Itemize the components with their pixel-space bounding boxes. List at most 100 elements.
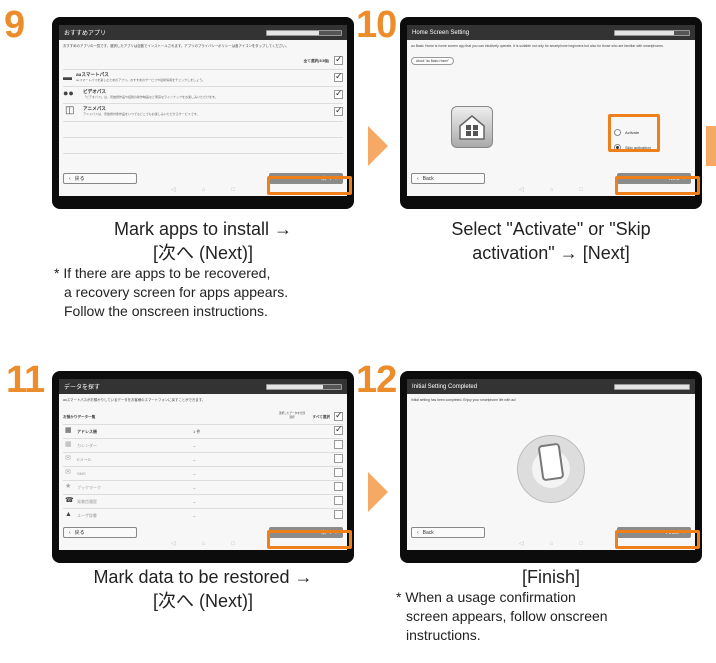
animepass-icon: ◫ <box>65 105 75 116</box>
data-row-name: Eメール <box>77 457 92 462</box>
back-nav-icon[interactable]: ◁ <box>171 541 176 547</box>
data-row-name: アドレス帳 <box>77 429 97 434</box>
data-row-count: -- <box>193 485 196 490</box>
app-checkbox[interactable] <box>334 105 343 116</box>
screen-title: Home Screen Setting <box>412 29 470 36</box>
back-nav-icon[interactable]: ◁ <box>171 187 176 193</box>
recent-nav-icon[interactable]: □ <box>231 187 235 193</box>
caption-step-12: [Finish] <box>521 567 581 587</box>
description: Initial setting has been completed. Enjo… <box>411 398 516 402</box>
title-bar: Home Screen Setting <box>407 25 695 40</box>
data-row-count: -- <box>193 471 196 476</box>
data-row-name: ブックマーク <box>77 485 101 490</box>
setup-progress <box>614 383 690 390</box>
caption-step-11: Mark data to be restored → [次へ (Next)] <box>93 567 313 611</box>
data-row-checkbox[interactable] <box>334 454 343 463</box>
home-nav-icon[interactable]: ⌂ <box>550 187 554 193</box>
home-nav-icon[interactable]: ⌂ <box>202 187 206 193</box>
finish-highlight <box>615 530 700 549</box>
screen-recommended-apps: おすすめアプリ おすすめのアプリの一覧です。選択したアプリは自動でインストールさ… <box>59 25 347 196</box>
sms-icon: ✉ <box>65 469 71 476</box>
phone-icon: ☎ <box>65 497 74 504</box>
setup-progress <box>266 383 342 390</box>
data-row-count: -- <box>193 443 196 448</box>
data-row-checkbox[interactable] <box>334 440 343 449</box>
videopass-icon: ●● <box>63 88 74 98</box>
recent-nav-icon[interactable]: □ <box>579 187 583 193</box>
screen-title: おすすめアプリ <box>64 31 107 37</box>
calendar-icon: ▦ <box>65 441 72 448</box>
data-row-checkbox[interactable] <box>334 510 343 519</box>
home-nav-icon[interactable]: ⌂ <box>550 541 554 547</box>
step-number-11: 11 <box>6 359 45 401</box>
data-row-count: -- <box>193 513 196 518</box>
step-number-10: 10 <box>356 4 397 46</box>
screen-title: Initial Setting Completed <box>412 383 478 390</box>
tablet-step-11: データを探す auスマートパスがお預かりしているデータをお客様のスマートフォンに… <box>52 371 354 563</box>
select-all-hint: 選択したデータを全部選択 <box>279 412 305 419</box>
tablet-step-12: Initial Setting Completed Initial settin… <box>400 371 702 563</box>
data-row-name: カレンダー <box>77 443 97 448</box>
data-row-count: -- <box>193 499 196 504</box>
about-link-button[interactable]: About "au Basic Home" <box>411 57 455 65</box>
select-all-checkbox[interactable] <box>334 410 343 421</box>
select-all-checkbox[interactable] <box>334 54 343 65</box>
phone-shake-illustration <box>517 435 585 503</box>
step-number-9: 9 <box>4 4 25 46</box>
data-row-checkbox[interactable] <box>334 424 343 435</box>
dictionary-icon: ▲ <box>65 511 72 518</box>
app-desc: アニメパスは、見放題対象作品をいつでもどこでもお楽しみいただけるサービスです。 <box>83 112 200 116</box>
back-button[interactable]: ‹ 戻る <box>63 527 137 538</box>
smartpass-icon: ▬ <box>63 72 72 82</box>
caption-step-9: Mark apps to install → [次へ (Next)] <box>113 219 293 263</box>
data-row-checkbox[interactable] <box>334 496 343 505</box>
data-row-checkbox[interactable] <box>334 468 343 477</box>
title-bar: おすすめアプリ <box>59 25 347 40</box>
back-button[interactable]: ‹ Back <box>411 527 485 538</box>
app-checkbox[interactable] <box>334 71 343 82</box>
setup-progress <box>266 29 342 36</box>
title-bar: データを探す <box>59 379 347 394</box>
data-row-count: 1 件 <box>193 429 201 434</box>
home-app-icon <box>451 106 493 148</box>
next-highlight <box>267 176 352 195</box>
caption-step-10: Select "Activate" or "Skip activation" →… <box>451 219 651 263</box>
note-step-9: * If there are apps to be recovered, a r… <box>54 265 289 319</box>
next-highlight <box>615 176 700 195</box>
data-row-name: ユーザ辞書 <box>77 513 97 518</box>
back-button[interactable]: ‹ Back <box>411 173 485 184</box>
flow-arrow <box>368 472 388 512</box>
app-desc: auスマートパスを楽しむためのアプリ。おすすめのサービスや最新情報をチェックしま… <box>76 78 205 82</box>
title-bar: Initial Setting Completed <box>407 379 695 394</box>
email-icon: ✉ <box>65 455 71 462</box>
back-button[interactable]: ‹ 戻る <box>63 173 137 184</box>
data-row-name: 発着信履歴 <box>77 499 97 504</box>
app-desc: 「ビデオパス」は、見放題作品や話題の新作映画など豊富なラインナップをお楽しみいた… <box>83 95 218 99</box>
setup-progress <box>614 29 690 36</box>
data-row-count: -- <box>193 457 196 462</box>
screen-home-setting: Home Screen Setting au Basic Home is hom… <box>407 25 695 196</box>
step-number-12: 12 <box>356 359 397 401</box>
home-nav-icon[interactable]: ⌂ <box>202 541 206 547</box>
app-checkbox[interactable] <box>334 88 343 99</box>
description: auスマートパスがお預かりしているデータをお客様のスマートフォンに戻すことができ… <box>63 398 206 402</box>
back-nav-icon[interactable]: ◁ <box>519 187 524 193</box>
tablet-step-9: おすすめアプリ おすすめのアプリの一覧です。選択したアプリは自動でインストールさ… <box>52 17 354 209</box>
tablet-step-10: Home Screen Setting au Basic Home is hom… <box>400 17 702 209</box>
options-highlight <box>608 114 660 152</box>
screen-title: データを探す <box>64 385 101 391</box>
data-row-checkbox[interactable] <box>334 482 343 491</box>
select-all-label: 全て選択(3/3個) <box>303 59 329 63</box>
data-row-name: SMS <box>77 471 86 476</box>
bookmark-icon: ★ <box>65 483 72 490</box>
note-step-12: * When a usage confirmation screen appea… <box>396 589 608 643</box>
back-nav-icon[interactable]: ◁ <box>519 541 524 547</box>
screen-setup-complete: Initial Setting Completed Initial settin… <box>407 379 695 550</box>
flow-arrow-partial <box>706 126 716 166</box>
select-all-label: すべて選択 <box>312 415 330 419</box>
address-book-icon: ▦ <box>65 427 72 434</box>
description: au Basic Home is home screen app that yo… <box>411 44 664 48</box>
screen-restore-data: データを探す auスマートパスがお預かりしているデータをお客様のスマートフォンに… <box>59 379 347 550</box>
recent-nav-icon[interactable]: □ <box>231 541 235 547</box>
recent-nav-icon[interactable]: □ <box>579 541 583 547</box>
